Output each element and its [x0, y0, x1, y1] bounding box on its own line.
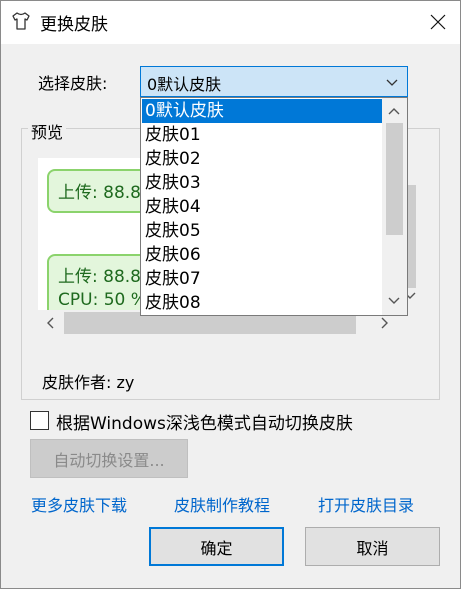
chevron-right-icon[interactable] — [376, 315, 392, 331]
cancel-button[interactable]: 取消 — [305, 527, 440, 566]
chevron-down-icon — [386, 79, 398, 86]
chevron-down-icon[interactable] — [386, 293, 402, 309]
skin-select[interactable]: 0默认皮肤 — [140, 66, 408, 97]
dropdown-option[interactable]: 皮肤08 — [142, 291, 385, 315]
skin-author: 皮肤作者: zy — [42, 373, 135, 392]
skin-tutorial-link[interactable]: 皮肤制作教程 — [174, 492, 270, 516]
close-button[interactable] — [414, 0, 461, 44]
chevron-up-icon[interactable] — [386, 103, 402, 119]
shirt-icon — [12, 12, 30, 30]
dropdown-option[interactable]: 皮肤02 — [142, 147, 385, 171]
more-skins-link[interactable]: 更多皮肤下载 — [31, 492, 127, 516]
skin-select-value: 0默认皮肤 — [147, 75, 222, 94]
dropdown-option[interactable]: 0默认皮肤 — [142, 99, 385, 123]
skin-dropdown-list: 0默认皮肤 皮肤01 皮肤02 皮肤03 皮肤04 皮肤05 皮肤06 皮肤07… — [140, 97, 408, 316]
auto-switch-checkbox[interactable] — [30, 411, 49, 430]
auto-switch-settings-button[interactable]: 自动切换设置... — [30, 439, 188, 478]
preview-label: 预览 — [28, 119, 67, 143]
preview-line: 上传: 88.8 — [58, 267, 141, 287]
dropdown-option[interactable]: 皮肤06 — [142, 243, 385, 267]
ok-button[interactable]: 确定 — [149, 527, 284, 566]
preview-line: CPU: 50 % — [58, 290, 147, 310]
dropdown-option[interactable]: 皮肤04 — [142, 195, 385, 219]
open-skin-dir-link[interactable]: 打开皮肤目录 — [318, 492, 414, 516]
auto-switch-label[interactable]: 根据Windows深浅色模式自动切换皮肤 — [56, 409, 353, 434]
window-title: 更换皮肤 — [40, 15, 108, 35]
dropdown-scroll-thumb[interactable] — [386, 123, 403, 235]
close-icon — [430, 14, 445, 30]
dropdown-option[interactable]: 皮肤03 — [142, 171, 385, 195]
dropdown-scrollbar[interactable] — [382, 98, 407, 315]
chevron-left-icon[interactable] — [43, 315, 59, 331]
dropdown-option[interactable]: 皮肤01 — [142, 123, 385, 147]
dropdown-option[interactable]: 皮肤07 — [142, 267, 385, 291]
preview-line: 上传: 88.8 — [58, 183, 141, 203]
skin-select-label: 选择皮肤: — [38, 74, 108, 93]
dropdown-option[interactable]: 皮肤05 — [142, 219, 385, 243]
